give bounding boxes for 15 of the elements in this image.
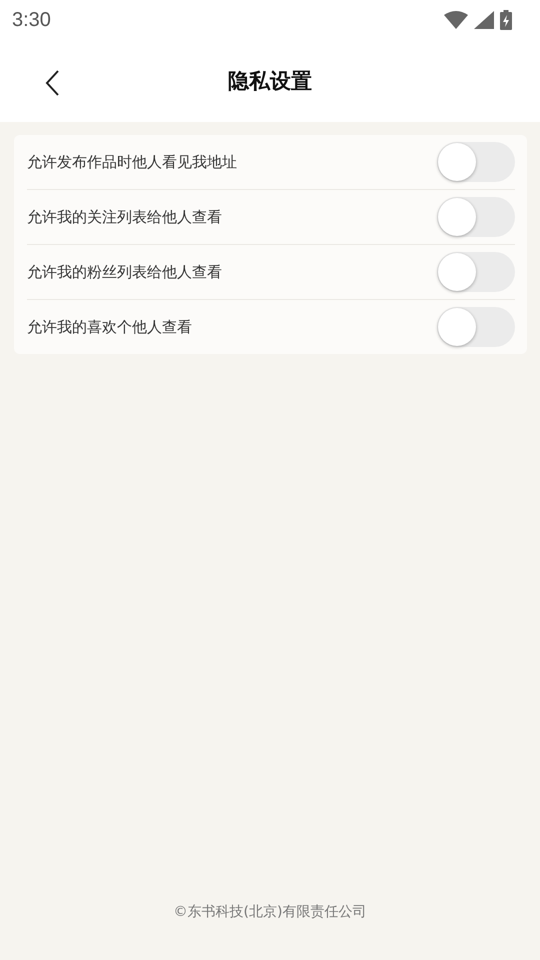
wifi-icon [444,11,468,29]
battery-icon [500,10,512,30]
setting-label: 允许我的粉丝列表给他人查看 [27,262,223,282]
setting-label: 允许我的喜欢个他人查看 [27,318,193,336]
signal-icon [474,11,494,29]
toggle-switch[interactable] [437,142,515,182]
setting-label: 允许我的关注列表给他人查看 [27,208,223,226]
page-title: 隐私设置 [228,68,312,95]
toggle-switch[interactable] [437,252,515,292]
back-icon [44,69,60,97]
toggle-switch[interactable] [437,197,515,237]
setting-label: 允许发布作品时他人看见我地址 [27,152,238,172]
copyright-text: ©东书科技(北京)有限责任公司 [174,903,366,921]
status-time: 3:30 [12,8,52,32]
toggle-switch[interactable] [437,307,515,347]
